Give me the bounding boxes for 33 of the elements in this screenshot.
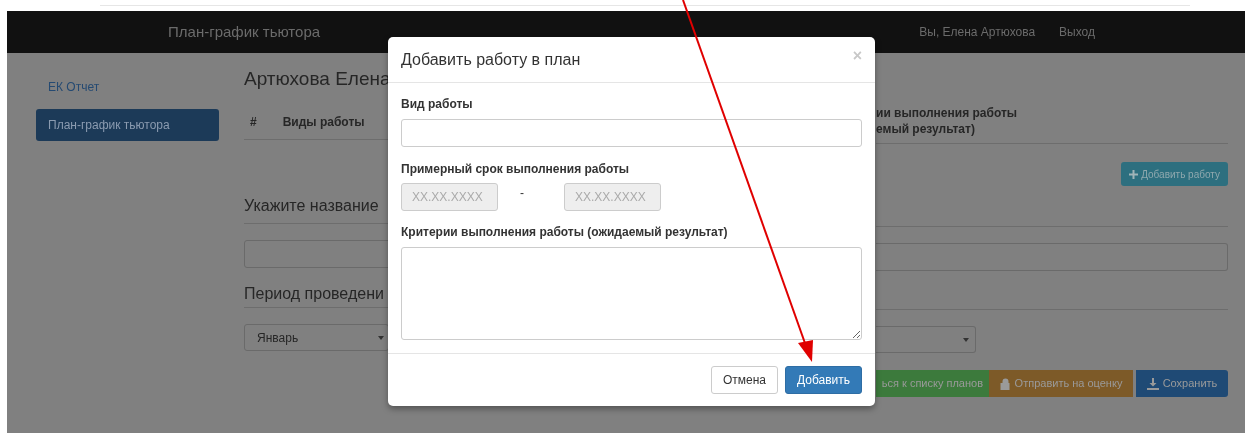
cancel-button[interactable]: Отмена [710, 366, 778, 394]
add-work-button[interactable]: Добавить работу [1121, 162, 1228, 186]
sidebar-item[interactable]: План-график тьютора [36, 109, 219, 141]
logout-link[interactable]: Выход [1059, 23, 1095, 41]
download-icon [1146, 377, 1159, 390]
field-label: Вид работы [401, 96, 474, 113]
submit-for-review-button[interactable]: Отправить на оценку [989, 370, 1133, 397]
date-separator: - [520, 185, 525, 202]
section-heading: Укажите название [244, 197, 379, 214]
column-header: ии выполнения работы [876, 105, 1019, 121]
work-type-input[interactable] [401, 119, 862, 147]
criteria-textarea[interactable] [401, 247, 862, 340]
sidebar-item[interactable]: ЕК Отчет [36, 71, 219, 103]
column-header: Виды работы [282, 114, 365, 131]
name-input[interactable] [876, 243, 1228, 271]
dialog-title: Добавить работу в план [401, 49, 581, 70]
navbar-title[interactable]: План-график тьютора [168, 20, 321, 44]
user-name[interactable]: Вы, Елена Артюхова [919, 23, 1036, 41]
column-header: # [250, 114, 257, 131]
period-select[interactable] [876, 326, 976, 353]
save-button[interactable]: Сохранить [1136, 370, 1228, 397]
plus-icon [1129, 169, 1139, 179]
field-label: Критерии выполнения работы (ожидаемый результат) [401, 224, 729, 241]
caret-icon [378, 335, 384, 340]
field-label: Примерный срок выполнения работы [401, 161, 631, 178]
back-to-plans-button[interactable]: ься к списку планов [876, 370, 989, 397]
add-button[interactable]: Добавить [784, 366, 862, 394]
column-header: емый результат) [876, 121, 976, 137]
lock-icon [999, 377, 1011, 390]
caret-icon [963, 337, 969, 342]
name-input[interactable] [244, 240, 389, 268]
section-heading: Период проведени [244, 285, 384, 302]
page-heading: Артюхова Елена [244, 67, 389, 91]
